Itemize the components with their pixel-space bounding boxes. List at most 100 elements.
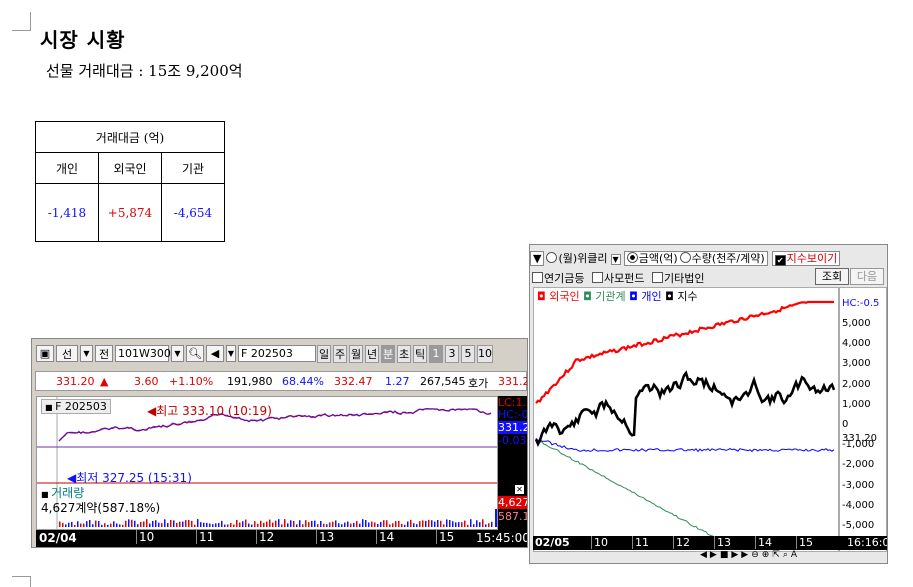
- text-icon[interactable]: A: [791, 550, 800, 560]
- quote-v2: 1.27: [385, 375, 410, 388]
- legend-foreign: ◘ 외국인: [537, 290, 580, 303]
- low-annotation: ◀최저 327.25 (15:31): [67, 471, 192, 485]
- pension-checkbox[interactable]: [532, 272, 543, 283]
- legend-institution: ◘ 기관계: [583, 290, 626, 303]
- query-button[interactable]: 조회: [815, 268, 849, 285]
- foreign-series: [535, 300, 834, 404]
- y-tick: 5,000: [842, 318, 871, 329]
- time-tick: 11: [196, 530, 214, 544]
- institution-series: [535, 438, 718, 538]
- flow-y-axis: HC:-0.5 5,000 4,000 3,000 2,000 1,000 0 -1,000…: [839, 287, 887, 552]
- options-row: ▼ (월)위클리 ▼ 금액(억) 수량(천주/계약) ✔ 지수보이기: [530, 250, 841, 266]
- prev-button[interactable]: 전: [95, 345, 113, 362]
- speaker-icon[interactable]: ◀: [206, 345, 224, 362]
- weekly-radio[interactable]: ▼: [530, 251, 545, 266]
- high-annotation: ◀최고 333.10 (10:19): [147, 404, 272, 418]
- quote-price: 331.20: [56, 375, 95, 388]
- time-axis: 02/04 10 11 12 13 14 15 15:45:00: [36, 530, 528, 547]
- period-tab-10[interactable]: 10: [477, 344, 493, 363]
- other-corp-label: 기타법인: [663, 272, 705, 285]
- time-tick: 10: [136, 530, 154, 544]
- amount-radio[interactable]: 금액(억) 수량(천주/계약): [623, 251, 768, 266]
- period-tab-1[interactable]: 주: [333, 344, 347, 363]
- quote-volume: 191,980: [227, 375, 273, 388]
- index-show-label: 지수보이기: [786, 252, 838, 265]
- period-tab-8[interactable]: 3: [445, 344, 459, 363]
- flow-plot-area: ◘ 외국인 ◘ 기관계 ◘ 개인 ◘ 지수: [533, 287, 839, 552]
- code-select[interactable]: 101W3000: [115, 345, 178, 362]
- period-tab-2[interactable]: 월: [349, 344, 363, 363]
- symbol-field[interactable]: F 202503: [238, 345, 316, 362]
- period-tab-9[interactable]: 5: [461, 344, 475, 363]
- col-individual: 개인: [35, 152, 99, 184]
- futures-turnover-text: 선물 거래대금 : 15조 9,200억: [46, 62, 243, 80]
- window-menu-icon[interactable]: ▣: [36, 345, 54, 362]
- next-button[interactable]: 다음: [850, 268, 884, 285]
- table-header: 거래대금 (억): [35, 121, 225, 153]
- y-tick: -5,000: [842, 520, 875, 531]
- corner-mark-top: [12, 12, 31, 31]
- line-type-select[interactable]: 선: [56, 345, 78, 362]
- axis-date: 02/05: [535, 536, 570, 549]
- vol-side-label: 4,627: [498, 496, 528, 509]
- tool-icon[interactable]: ⇱: [772, 550, 783, 560]
- index-series: [534, 370, 836, 448]
- search-icon[interactable]: ⌕: [783, 550, 791, 560]
- high-note: 최고 333.10 (10:19): [156, 404, 272, 418]
- quote-high: 332.47: [334, 375, 373, 388]
- play-icon[interactable]: ▶: [710, 550, 720, 560]
- legend: ◘ 외국인 ◘ 기관계 ◘ 개인 ◘ 지수: [537, 288, 698, 304]
- prev-icon[interactable]: ◀: [700, 550, 710, 560]
- value-institution: -4,654: [161, 183, 225, 242]
- period-tab-3[interactable]: 년: [365, 344, 379, 363]
- volume-value: 4,627계약(587.18%): [41, 501, 161, 515]
- price-side-axis: LC:1.21 HC:-0.57 331.20 -0.03% 4,627 587…: [498, 396, 528, 530]
- private-fund-label: 사모펀드: [603, 272, 645, 285]
- price-plot-area: ■ F 202503 ◀최고 333.10 (10:19) ◀최저 327.25…: [36, 396, 498, 530]
- period-tab-7[interactable]: 1: [429, 344, 443, 363]
- time-tick: 14: [755, 536, 772, 549]
- axis-time: 16:16:0: [847, 536, 888, 549]
- futures-minute-chart: ▣ 선 ▼ 전 101W3000 ▼ 🔍︎ ◀ ▼ F 202503 일주월년분…: [31, 338, 528, 548]
- up-arrow-icon: ▲: [100, 375, 109, 388]
- stop-icon[interactable]: ■: [720, 550, 732, 560]
- period-tab-6[interactable]: 틱: [413, 344, 427, 363]
- y-tick: 2,000: [842, 378, 871, 390]
- time-tick: 10: [591, 536, 608, 549]
- axis-time: 15:45:00: [476, 531, 528, 545]
- trade-value-table: 거래대금 (억) 개인 외국인 기관 -1,418 +5,874 -4,654: [35, 121, 225, 242]
- period-tab-0[interactable]: 일: [317, 344, 331, 363]
- pct-label: -0.03%: [498, 434, 527, 447]
- chevron-down-icon[interactable]: ▼: [80, 345, 93, 362]
- other-corp-checkbox[interactable]: [651, 272, 663, 283]
- zoom-in-icon[interactable]: ⊕: [762, 550, 773, 560]
- investor-flow-lines: [534, 300, 836, 538]
- period-tab-5[interactable]: 초: [397, 344, 411, 363]
- index-show-toggle[interactable]: ✔ 지수보이기: [771, 251, 841, 266]
- close-icon[interactable]: ✕: [515, 485, 524, 494]
- chevron-down-icon[interactable]: ▼: [171, 345, 184, 362]
- private-fund-checkbox[interactable]: [591, 272, 603, 283]
- chevron-down-icon[interactable]: ▼: [226, 345, 236, 362]
- quote-change: 3.60: [134, 375, 159, 388]
- vol-pct-side-label: 587.18: [498, 510, 527, 523]
- investor-flow-chart: ▼ (월)위클리 ▼ 금액(억) 수량(천주/계약) ✔ 지수보이기 연기금등 사모펀드 기…: [529, 244, 888, 564]
- axis-date: 02/04: [39, 531, 77, 545]
- col-institution: 기관: [161, 152, 225, 184]
- time-tick: 15: [796, 536, 813, 549]
- symbol-tag[interactable]: ■ F 202503: [41, 399, 111, 414]
- time-tick: 14: [376, 530, 394, 544]
- period-tab-4[interactable]: 분: [381, 344, 395, 363]
- individual-series: [535, 437, 835, 453]
- time-tick: 12: [256, 530, 274, 544]
- zoom-out-icon[interactable]: ⊖: [751, 550, 762, 560]
- search-icon[interactable]: 🔍︎: [186, 345, 204, 362]
- index-value-label: 331.20: [842, 433, 877, 444]
- y-tick: 3,000: [842, 358, 871, 370]
- fast-forward-icon[interactable]: ▶▶: [731, 550, 751, 560]
- y-tick: 4,000: [842, 338, 871, 350]
- square-icon: ■: [45, 403, 56, 412]
- page-title: 시장 시황: [40, 28, 126, 52]
- chevron-down-icon[interactable]: ▼: [610, 254, 621, 265]
- legend-index: ◘ 지수: [665, 290, 698, 303]
